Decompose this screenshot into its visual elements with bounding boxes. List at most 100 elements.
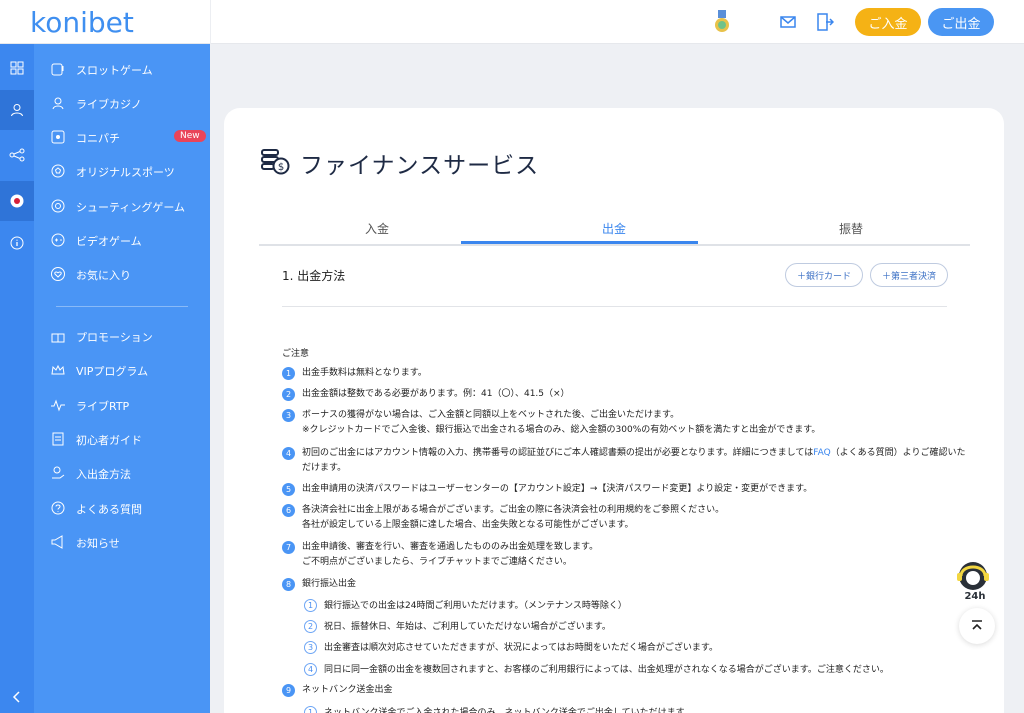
subnote-text: 祝日、振替休日、年始は、ご利用していただけない場合がございます。 bbox=[324, 622, 611, 632]
new-badge: New bbox=[174, 130, 206, 142]
megaphone-icon bbox=[51, 535, 63, 549]
medal-icon[interactable] bbox=[713, 10, 731, 34]
rail-info[interactable] bbox=[0, 223, 34, 263]
subnote-number: 2 bbox=[304, 620, 317, 633]
top-header: konibet ご入金 ご出金 bbox=[0, 0, 1024, 44]
subnote-number: 4 bbox=[304, 663, 317, 676]
sidebar-item-beginner-guide[interactable]: 初心者ガイド bbox=[34, 424, 210, 454]
info-icon bbox=[10, 236, 24, 250]
note-text: 各社が設定している上限金額に達した場合、出金失敗となる可能性がございます。 bbox=[302, 520, 634, 530]
logout-icon[interactable] bbox=[816, 12, 834, 32]
note-number: 1 bbox=[282, 367, 295, 380]
note-text: 初回のご出金にはアカウント情報の入力、携帯番号の認証並びにご本人確認書類の提出が… bbox=[302, 445, 965, 462]
note-text-part: 初回のご出金にはアカウント情報の入力、携帯番号の認証並びにご本人確認書類の提出が… bbox=[302, 448, 814, 458]
note-text: だけます。 bbox=[302, 463, 347, 473]
heart-icon bbox=[51, 267, 65, 281]
sidebar-item-konipachi[interactable]: コニパチ New bbox=[34, 122, 210, 152]
rail-user[interactable] bbox=[0, 90, 34, 130]
sidebar-item-video-game[interactable]: ビデオゲーム bbox=[34, 225, 210, 255]
note-number: 7 bbox=[282, 541, 295, 554]
sidebar-collapse-button[interactable] bbox=[0, 681, 34, 713]
note-number: 3 bbox=[282, 409, 295, 422]
sidebar-item-live-casino[interactable]: ライブカジノ bbox=[34, 88, 210, 118]
sidebar-item-label: お知らせ bbox=[76, 537, 120, 550]
sports-icon bbox=[51, 164, 65, 178]
section-divider bbox=[282, 306, 947, 307]
konibet-logo[interactable]: konibet bbox=[28, 4, 178, 40]
sidebar-item-promotion[interactable]: プロモーション bbox=[34, 321, 210, 351]
note-number: 6 bbox=[282, 504, 295, 517]
note-text: ※クレジットカードでご入金後、銀行振込で出金される場合のみ、総入金額の300%の… bbox=[302, 425, 821, 435]
mail-icon[interactable] bbox=[779, 13, 797, 31]
slot-icon bbox=[51, 63, 64, 76]
sidebar-item-news[interactable]: お知らせ bbox=[34, 527, 210, 557]
target-icon bbox=[51, 199, 65, 213]
withdraw-button[interactable]: ご出金 bbox=[928, 8, 994, 36]
sidebar-item-faq[interactable]: よくある質問 bbox=[34, 493, 210, 523]
sidebar-item-label: ビデオゲーム bbox=[76, 235, 142, 248]
sidebar-item-label: ライブRTP bbox=[76, 400, 130, 413]
tab-deposit[interactable]: 入金 bbox=[259, 220, 495, 237]
rail-language[interactable] bbox=[0, 181, 34, 221]
tab-withdraw[interactable]: 出金 bbox=[496, 220, 732, 237]
subnote-number: 3 bbox=[304, 641, 317, 654]
sidebar-item-label: ライブカジノ bbox=[76, 98, 142, 111]
note-text-part: （よくある質問）よりご確認いた bbox=[830, 448, 966, 458]
note-number: 5 bbox=[282, 483, 295, 496]
subnote-text: ネットバンク送金でご入金された場合のみ、ネットバンク送金でご出金していただけます… bbox=[324, 708, 693, 713]
money-hand-icon bbox=[52, 466, 65, 479]
user-icon bbox=[11, 104, 23, 117]
add-third-party-button[interactable]: ＋第三者決済 bbox=[870, 263, 948, 287]
icon-rail bbox=[0, 44, 34, 713]
subnote-text: 同日に同一金額の出金を複数回されますと、お客様のご利用銀行によっては、出金処理が… bbox=[324, 665, 889, 675]
deposit-button[interactable]: ご入金 bbox=[855, 8, 921, 36]
rail-grid[interactable] bbox=[0, 48, 34, 88]
sidebar-item-vip[interactable]: VIPプログラム bbox=[34, 355, 210, 385]
svg-text:24h: 24h bbox=[964, 591, 985, 602]
sidebar-item-label: 初心者ガイド bbox=[76, 434, 142, 447]
share-icon bbox=[9, 148, 25, 162]
note-text: 出金手数料は無料となります。 bbox=[302, 368, 427, 378]
sidebar-item-live-rtp[interactable]: ライブRTP bbox=[34, 390, 210, 420]
sidebar-item-original-sports[interactable]: オリジナルスポーツ bbox=[34, 156, 210, 186]
faq-link[interactable]: FAQ bbox=[813, 448, 830, 458]
crown-icon bbox=[51, 364, 65, 375]
scroll-to-top-button[interactable] bbox=[959, 608, 995, 644]
sidebar-item-slot[interactable]: スロットゲーム bbox=[34, 54, 210, 84]
pulse-icon bbox=[51, 399, 65, 412]
note-text: 出金金額は整数である必要があります。例：41（〇）、41.5（×） bbox=[302, 389, 570, 399]
note-number: 8 bbox=[282, 578, 295, 591]
arrow-up-icon bbox=[972, 620, 982, 630]
sidebar-item-label: シューティングゲーム bbox=[76, 201, 186, 214]
note-text: ネットバンク送金出金 bbox=[302, 685, 393, 695]
sidebar-item-label: VIPプログラム bbox=[76, 365, 149, 378]
subnote-text: 銀行振込での出金は24時間ご利用いただけます。（メンテナンス時等除く） bbox=[324, 601, 627, 611]
finance-card: $ ファイナンスサービス 入金 出金 振替 1. 出金方法 ＋銀行カード ＋第三… bbox=[224, 108, 1004, 713]
sidebar-item-favorites[interactable]: お気に入り bbox=[34, 259, 210, 289]
grid-icon bbox=[10, 61, 24, 75]
sidebar-item-label: スロットゲーム bbox=[76, 64, 153, 77]
guide-icon bbox=[52, 432, 64, 446]
finance-coins-icon: $ bbox=[261, 149, 290, 175]
rail-share[interactable] bbox=[0, 135, 34, 175]
question-icon bbox=[51, 501, 65, 515]
section-title: 1. 出金方法 bbox=[282, 269, 346, 283]
note-number: 4 bbox=[282, 447, 295, 460]
gift-icon bbox=[51, 333, 65, 343]
add-bank-card-button[interactable]: ＋銀行カード bbox=[785, 263, 863, 287]
chevron-left-icon bbox=[12, 691, 20, 703]
sidebar-item-label: よくある質問 bbox=[76, 503, 142, 516]
pachinko-icon bbox=[51, 130, 65, 144]
active-tab-indicator bbox=[461, 241, 698, 244]
sidebar-item-label: 入出金方法 bbox=[76, 468, 131, 481]
note-number: 2 bbox=[282, 388, 295, 401]
support-chat-icon[interactable]: 24h bbox=[955, 558, 995, 602]
gamepad-icon bbox=[51, 233, 65, 247]
sidebar-item-shooting[interactable]: シューティングゲーム bbox=[34, 191, 210, 221]
japan-flag-icon bbox=[10, 194, 24, 208]
subnote-number: 1 bbox=[304, 706, 317, 713]
live-casino-icon bbox=[52, 97, 64, 110]
tab-transfer[interactable]: 振替 bbox=[733, 220, 969, 237]
note-text: ご不明点がございましたら、ライブチャットまでご連絡ください。 bbox=[302, 557, 572, 567]
sidebar-item-payment-methods[interactable]: 入出金方法 bbox=[34, 458, 210, 488]
